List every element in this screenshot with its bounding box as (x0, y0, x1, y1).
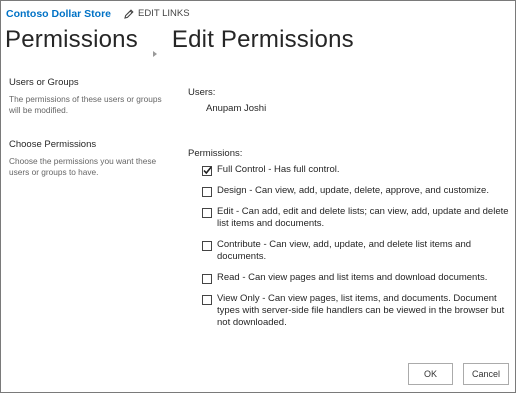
edit-permissions-page: Contoso Dollar Store EDIT LINKS Permissi… (0, 0, 516, 393)
users-section-info: Users or Groups The permissions of these… (9, 77, 169, 116)
permission-option-label: Contribute - Can view, add, update, and … (217, 239, 472, 262)
ok-button[interactable]: OK (408, 363, 453, 385)
page-title-text: Edit Permissions (171, 26, 354, 53)
users-section-description: The permissions of these users or groups… (9, 94, 162, 115)
permission-level-list: Full Control - Has full control. Design … (202, 164, 510, 338)
user-name: Anupam Joshi (206, 103, 267, 114)
breadcrumb-permissions-link[interactable]: Permissions (5, 26, 138, 54)
breadcrumb-arrow-icon (148, 38, 162, 57)
contribute-checkbox[interactable] (202, 240, 212, 251)
permission-option-label: Full Control - Has full control. (217, 164, 340, 175)
permission-option-design[interactable]: Design - Can view, add, update, delete, … (202, 185, 510, 197)
permission-option-contribute[interactable]: Contribute - Can view, add, update, and … (202, 239, 510, 263)
page-title: Permissions Edit Permissions (5, 26, 354, 57)
users-section-heading: Users or Groups (9, 77, 79, 88)
permission-option-label: View Only - Can view pages, list items, … (217, 293, 505, 328)
edit-links-label: EDIT LINKS (138, 8, 190, 19)
edit-links-button[interactable]: EDIT LINKS (124, 8, 190, 19)
permission-option-edit[interactable]: Edit - Can add, edit and delete lists; c… (202, 206, 510, 230)
permissions-section-description: Choose the permissions you want these us… (9, 156, 157, 177)
permission-option-read[interactable]: Read - Can view pages and list items and… (202, 272, 510, 284)
users-field: Users: Anupam Joshi (188, 87, 266, 114)
permission-option-view-only[interactable]: View Only - Can view pages, list items, … (202, 293, 510, 329)
view-only-checkbox[interactable] (202, 294, 212, 305)
full-control-checkbox[interactable] (202, 165, 212, 176)
permissions-field-label: Permissions: (188, 148, 243, 159)
permissions-section-info: Choose Permissions Choose the permission… (9, 139, 169, 178)
pencil-icon (124, 8, 134, 19)
permission-option-label: Design - Can view, add, update, delete, … (217, 185, 489, 196)
cancel-button[interactable]: Cancel (463, 363, 509, 385)
site-title-link[interactable]: Contoso Dollar Store (6, 8, 111, 20)
design-checkbox[interactable] (202, 186, 212, 197)
permission-option-label: Read - Can view pages and list items and… (217, 272, 488, 283)
users-field-label: Users: (188, 87, 216, 98)
edit-checkbox[interactable] (202, 207, 212, 218)
permission-option-label: Edit - Can add, edit and delete lists; c… (217, 206, 509, 229)
permissions-field-label-wrap: Permissions: (188, 148, 242, 159)
permission-option-full-control[interactable]: Full Control - Has full control. (202, 164, 510, 176)
permissions-section-heading: Choose Permissions (9, 139, 97, 150)
read-checkbox[interactable] (202, 273, 212, 284)
checkmark-icon (203, 166, 212, 174)
